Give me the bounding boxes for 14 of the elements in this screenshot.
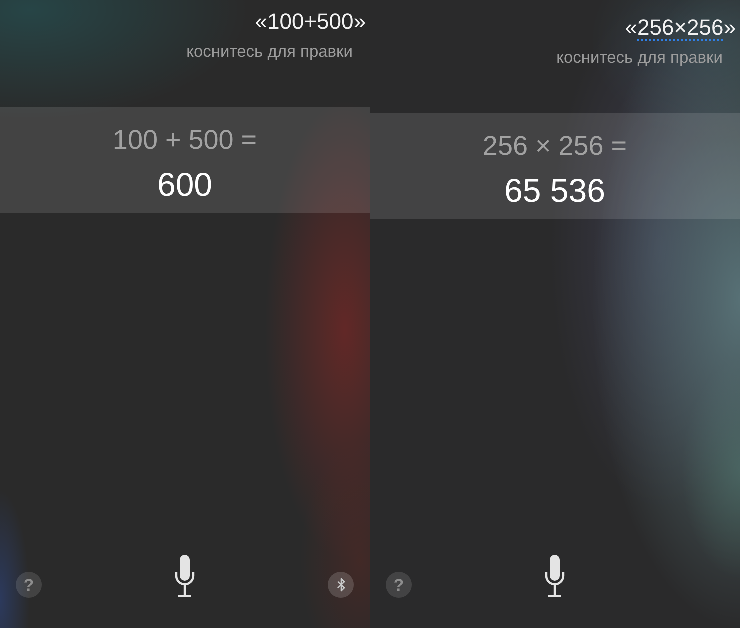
result-value: 600 xyxy=(157,165,213,205)
microphone-icon xyxy=(545,555,565,597)
bluetooth-button[interactable] xyxy=(328,572,354,598)
microphone-button[interactable] xyxy=(175,555,195,597)
tap-to-edit-hint: коснитесь для правки xyxy=(186,42,353,63)
tap-to-edit-hint: коснитесь для правки xyxy=(556,48,723,69)
result-value: 65 536 xyxy=(504,171,606,211)
microphone-icon xyxy=(175,555,195,597)
bluetooth-icon xyxy=(336,578,346,592)
query-text[interactable]: «100+500» xyxy=(255,8,370,36)
expression-text: 100 + 500 = xyxy=(112,124,258,156)
query-text[interactable]: «256×256» xyxy=(625,14,740,42)
expression-text: 256 × 256 = xyxy=(482,130,628,162)
microphone-button[interactable] xyxy=(545,555,565,597)
